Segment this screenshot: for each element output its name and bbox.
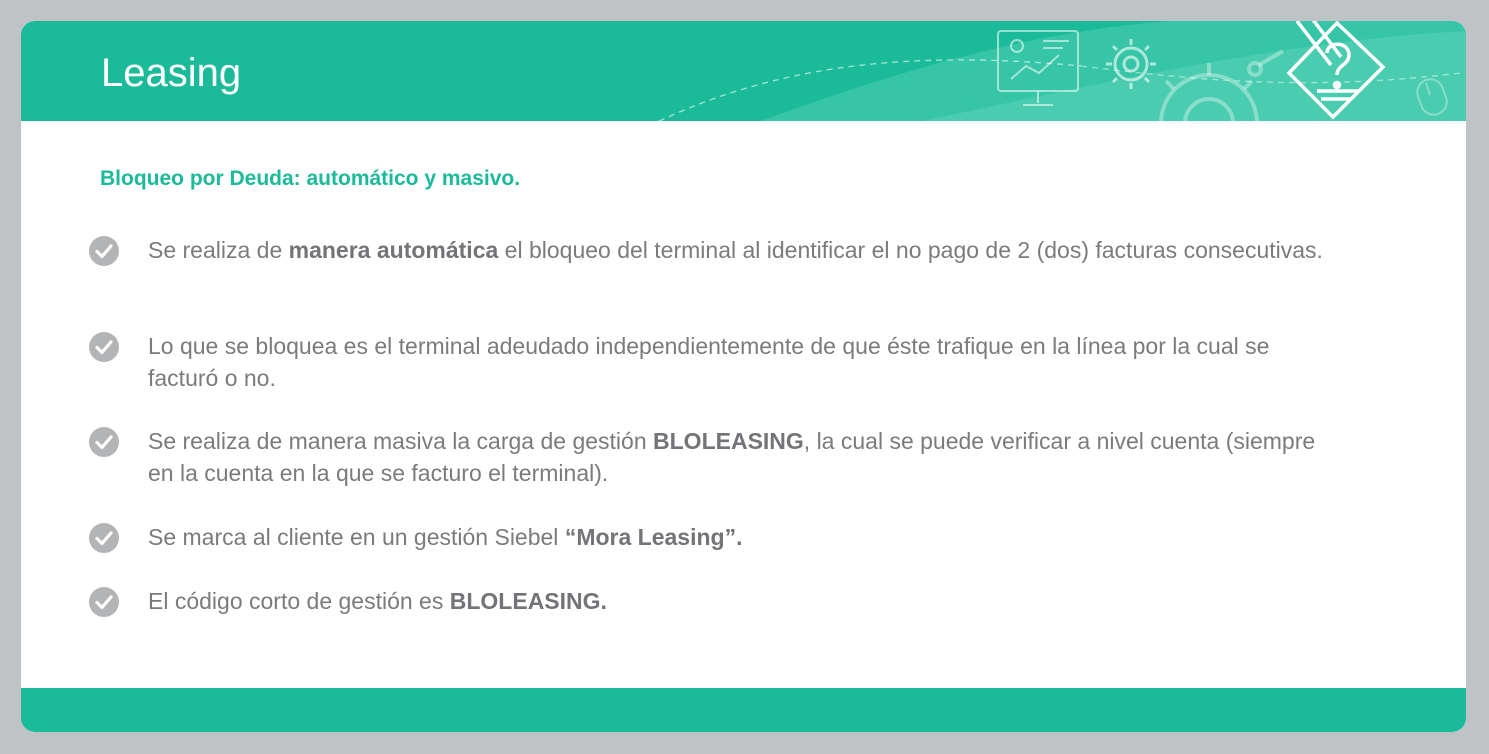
bullet-text: Se marca al cliente en un gestión Siebel… [148, 521, 1338, 553]
checkmark-circle-icon [89, 587, 119, 617]
bullet-text-segment: El código corto de gestión es [148, 588, 450, 614]
bullet-text: El código corto de gestión es BLOLEASING… [148, 585, 1338, 617]
slide-subtitle: Bloqueo por Deuda: automático y masivo. [100, 167, 521, 190]
bullet-text-segment: el bloqueo del terminal al identificar e… [498, 237, 1323, 263]
bullet-text-segment: Lo que se bloquea es el terminal adeudad… [148, 333, 1270, 391]
bullet-text-segment: Se realiza de [148, 237, 289, 263]
footer-bar [21, 688, 1466, 732]
bullet-text: Lo que se bloquea es el terminal adeudad… [148, 330, 1338, 394]
slide-title: Leasing [101, 51, 242, 95]
checkmark-circle-icon [89, 427, 119, 457]
bullet-text: Se realiza de manera automática el bloqu… [148, 234, 1338, 266]
bullet-text-bold: BLOLEASING [653, 428, 804, 454]
checkmark-circle-icon [89, 332, 119, 362]
bullet-text-segment: Se marca al cliente en un gestión Siebel [148, 524, 565, 550]
checkmark-circle-icon [89, 523, 119, 553]
bullet-text-bold: manera automática [288, 237, 499, 263]
slide: Leasing Bloqueo por Deuda: automático y … [21, 21, 1466, 732]
checkmark-circle-icon [89, 236, 119, 266]
bullet-text: Se realiza de manera masiva la carga de … [148, 425, 1338, 489]
bullet-text-segment: Se realiza de manera masiva la carga de … [148, 428, 654, 454]
header-banner: Leasing [21, 21, 1466, 121]
bullet-text-bold: “Mora Leasing”. [564, 524, 743, 550]
bullet-text-bold: BLOLEASING. [449, 588, 607, 614]
